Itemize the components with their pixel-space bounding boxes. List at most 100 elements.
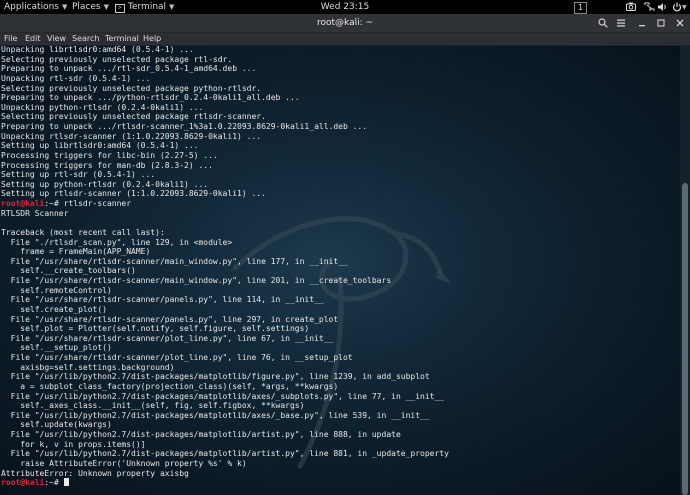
terminal-line-text: File "/usr/share/rtlsdr-scanner/main_win… — [1, 256, 348, 266]
terminal-line-text: for k, v in props.items()] — [1, 439, 146, 449]
terminal-line-text: Traceback (most recent call last): — [1, 227, 165, 237]
terminal-scrollbar[interactable] — [680, 46, 690, 495]
workspace-indicator[interactable]: 1 — [574, 2, 587, 14]
terminal-output: Unpacking librtlsdr0:amd64 (0.5.4-1) ...… — [1, 46, 680, 488]
terminal-line-text: Setting up librtlsdr0:amd64 (0.5.4-1) ..… — [1, 141, 199, 151]
menu-view[interactable]: View — [47, 33, 66, 45]
window-title: root@kali: ~ — [316, 18, 374, 28]
terminal-line-text: Unpacking librtlsdr0:amd64 (0.5.4-1) ... — [1, 46, 194, 54]
terminal-line-text: File "/usr/share/rtlsdr-scanner/plot_lin… — [1, 353, 353, 362]
terminal-line: File "/usr/lib/python2.7/dist-packages/m… — [1, 392, 680, 402]
terminal-line-text: Selecting previously unselected package … — [1, 54, 233, 64]
terminal-line-text: File "/usr/lib/python2.7/dist-packages/m… — [1, 410, 430, 420]
shell-prompt: root@kali — [1, 199, 45, 208]
terminal-line: Unpacking rtlsdr-scanner (1:1.0.22093.86… — [1, 132, 680, 142]
terminal-line: self._axes_class.__init__(self, fig, sel… — [1, 401, 680, 411]
terminal-line: Unpacking rtl-sdr (0.5.4-1) ... — [1, 74, 680, 84]
minimize-icon[interactable] — [637, 18, 647, 28]
terminal-line-text: Preparing to unpack .../rtlsdr-scanner_1… — [1, 122, 368, 131]
workspace-number: 1 — [577, 3, 584, 12]
terminal-line: Setting up librtlsdr0:amd64 (0.5.4-1) ..… — [1, 141, 680, 151]
scrollbar-thumb[interactable] — [682, 183, 688, 495]
terminal-line-text: Selecting previously unselected package … — [1, 112, 266, 122]
terminal-line: a = subplot_class_factory(projection_cla… — [1, 382, 680, 392]
network-icon[interactable] — [644, 2, 655, 12]
search-icon[interactable] — [598, 18, 608, 28]
terminal-line: AttributeError: Unknown property axisbg — [1, 469, 680, 479]
terminal-line: frame = FrameMain(APP_NAME) — [1, 247, 680, 257]
terminal-line: Unpacking python-rtlsdr (0.2.4-0kali1) .… — [1, 103, 680, 113]
menu-terminal[interactable]: Terminal — [105, 33, 139, 45]
terminal-line-text: File "./rtlsdr_scan.py", line 129, in <m… — [1, 237, 233, 247]
terminal-line: File "/usr/share/rtlsdr-scanner/plot_lin… — [1, 334, 680, 344]
terminal-line-text: :~# rtlsdr-scanner — [44, 199, 132, 208]
terminal-line-text: self.create_plot() — [1, 304, 107, 314]
menubar: File Edit View Search Terminal Help — [0, 33, 690, 46]
terminal-line-text: File "/usr/share/rtlsdr-scanner/main_win… — [1, 276, 392, 285]
terminal-line: File "/usr/share/rtlsdr-scanner/main_win… — [1, 276, 680, 286]
terminal-line-text: self.__create_toolbars() — [1, 266, 136, 276]
terminal-line: self.create_plot() — [1, 305, 680, 315]
menu-edit[interactable]: Edit — [25, 33, 41, 45]
terminal-line: Unpacking librtlsdr0:amd64 (0.5.4-1) ... — [1, 46, 680, 55]
terminal-line: raise AttributeError('Unknown property %… — [1, 459, 680, 469]
terminal-line: File "./rtlsdr_scan.py", line 129, in <m… — [1, 238, 680, 248]
terminal-line: self.__setup_plot() — [1, 343, 680, 353]
terminal-line: Setting up python-rtlsdr (0.2.4-0kali1) … — [1, 180, 680, 190]
terminal-line-text: File "/usr/share/rtlsdr-scanner/plot_lin… — [1, 333, 334, 343]
power-icon[interactable]: ▼ — [672, 2, 687, 12]
terminal-line-text: Setting up rtl-sdr (0.5.4-1) ... — [1, 170, 156, 180]
terminal-line-text: File "/usr/lib/python2.7/dist-packages/m… — [1, 391, 445, 401]
terminal-line: Processing triggers for man-db (2.8.3-2)… — [1, 161, 680, 171]
close-icon[interactable] — [675, 18, 685, 28]
terminal-line-text: Selecting previously unselected package … — [1, 83, 262, 93]
terminal-line-text: self.remoteControl) — [1, 285, 112, 295]
camera-icon[interactable] — [626, 2, 636, 12]
terminal-line: self.plot = Plotter(self.notify, self.fi… — [1, 324, 680, 334]
terminal-line: Selecting previously unselected package … — [1, 112, 680, 122]
terminal-line: self.remoteControl) — [1, 286, 680, 296]
menu-help[interactable]: Help — [143, 33, 161, 45]
maximize-icon[interactable] — [656, 18, 666, 28]
volume-icon[interactable] — [658, 2, 668, 12]
terminal-line-text: File "/usr/lib/python2.7/dist-packages/m… — [1, 372, 430, 382]
hamburger-menu-icon[interactable] — [616, 18, 626, 28]
terminal-line-text: RTLSDR Scanner — [1, 208, 69, 218]
terminal-line-text: File "/usr/lib/python2.7/dist-packages/m… — [1, 430, 401, 439]
terminal-line: RTLSDR Scanner — [1, 209, 680, 219]
terminal-line-text: Preparing to unpack .../rtl-sdr_0.5.4-1_… — [1, 64, 257, 74]
terminal-line: self.update(kwargs) — [1, 420, 680, 430]
terminal-line-text: Setting up python-rtlsdr (0.2.4-0kali1) … — [1, 179, 209, 189]
terminal-line: Setting up rtl-sdr (0.5.4-1) ... — [1, 170, 680, 180]
terminal-line-text: self.update(kwargs) — [1, 420, 112, 430]
terminal-line: axisbg=self.settings.background) — [1, 363, 680, 373]
terminal-line-text: File "/usr/share/rtlsdr-scanner/panels.p… — [1, 295, 324, 305]
terminal-line: File "/usr/lib/python2.7/dist-packages/m… — [1, 449, 680, 459]
terminal-line: File "/usr/share/rtlsdr-scanner/panels.p… — [1, 295, 680, 305]
terminal-line: Preparing to unpack .../python-rtlsdr_0.… — [1, 93, 680, 103]
menu-file[interactable]: File — [4, 33, 17, 45]
terminal-line-text: Setting up rtlsdr-scanner (1:1.0.22093.8… — [1, 189, 266, 199]
clock-text: Wed 23:15 — [320, 2, 370, 12]
terminal-line-text: a = subplot_class_factory(projection_cla… — [1, 381, 339, 391]
terminal-line: Preparing to unpack .../rtl-sdr_0.5.4-1_… — [1, 64, 680, 74]
terminal-line: Processing triggers for libc-bin (2.27-5… — [1, 151, 680, 161]
terminal-view[interactable]: Unpacking librtlsdr0:amd64 (0.5.4-1) ...… — [0, 46, 680, 495]
terminal-line-text: Unpacking rtlsdr-scanner (1:1.0.22093.86… — [1, 131, 262, 141]
menu-search[interactable]: Search — [72, 33, 99, 45]
caret-down-icon: ▼ — [682, 4, 687, 11]
terminal-line-text: self._axes_class.__init__(self, fig, sel… — [1, 401, 305, 411]
terminal-line: Traceback (most recent call last): — [1, 228, 680, 238]
terminal-line: Selecting previously unselected package … — [1, 84, 680, 94]
terminal-line-text: axisbg=self.settings.background) — [1, 362, 175, 372]
window-titlebar[interactable]: root@kali: ~ — [0, 14, 690, 33]
terminal-line-text: self.plot = Plotter(self.notify, self.fi… — [1, 324, 310, 334]
terminal-line-text: Unpacking python-rtlsdr (0.2.4-0kali1) .… — [1, 102, 204, 112]
terminal-line-text: raise AttributeError('Unknown property %… — [1, 458, 247, 468]
terminal-line: Setting up rtlsdr-scanner (1:1.0.22093.8… — [1, 189, 680, 199]
terminal-line-text: AttributeError: Unknown property axisbg — [1, 468, 189, 478]
top-panel: Applications ▼ Places ▼ > Terminal ▼ Wed 23:… — [0, 0, 690, 14]
terminal-line-text: Preparing to unpack .../python-rtlsdr_0.… — [1, 93, 300, 103]
terminal-line-text: File "/usr/share/rtlsdr-scanner/panels.p… — [1, 314, 339, 324]
